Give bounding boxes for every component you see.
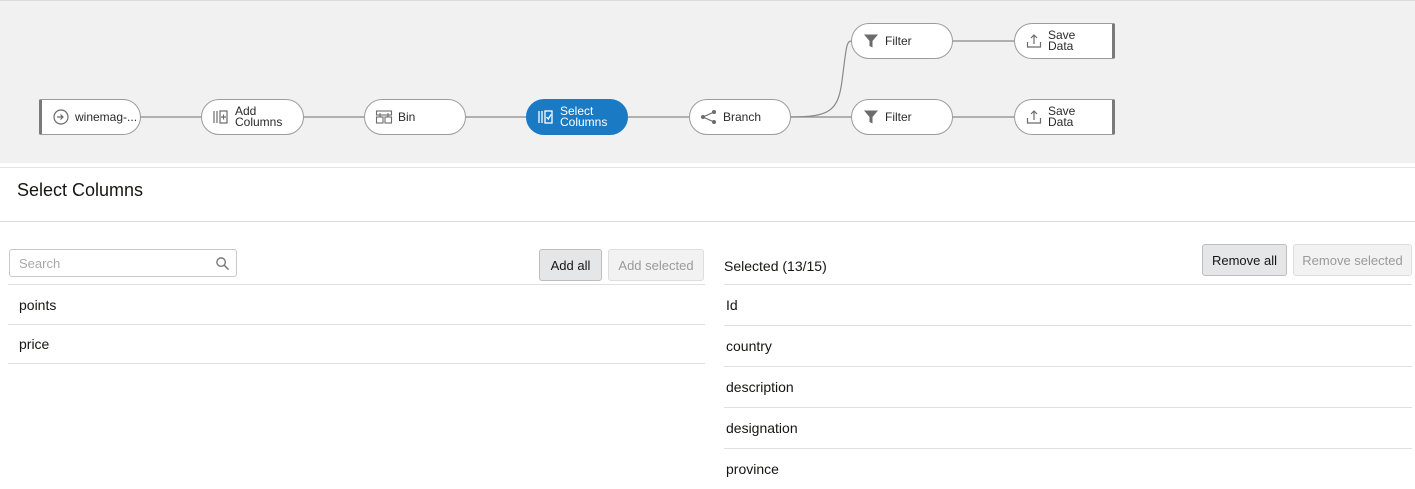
flow-node-filter-top[interactable]: Filter [851, 23, 953, 59]
list-item[interactable]: price [8, 324, 705, 364]
save-data-icon [1026, 110, 1042, 124]
flow-node-add-columns[interactable]: Add Columns [201, 99, 304, 135]
list-item[interactable]: description [724, 366, 1412, 407]
flow-node-label: Select Columns [560, 104, 608, 129]
flow-node-label: Filter [885, 109, 912, 124]
flow-node-label: Save Data [1048, 104, 1076, 129]
save-data-icon [1026, 34, 1042, 48]
flow-node-bin[interactable]: Bin [364, 99, 466, 135]
remove-all-button[interactable]: Remove all [1202, 244, 1287, 276]
flow-node-save-top[interactable]: Save Data [1014, 23, 1115, 59]
remove-selected-button[interactable]: Remove selected [1293, 244, 1412, 276]
add-selected-button[interactable]: Add selected [608, 249, 704, 281]
column-search [9, 249, 237, 277]
add-columns-icon [213, 110, 228, 124]
list-item[interactable]: points [8, 284, 705, 324]
select-columns-icon [538, 110, 553, 124]
title-divider [0, 221, 1415, 222]
selected-columns-list: Id country description designation provi… [724, 284, 1412, 489]
list-item[interactable]: province [724, 448, 1412, 489]
flow-node-label: Filter [885, 33, 912, 48]
list-item[interactable]: country [724, 325, 1412, 366]
flow-node-save-bottom[interactable]: Save Data [1014, 99, 1115, 135]
data-flow-canvas[interactable]: winemag-... Add Columns Bin Select Colum… [0, 0, 1415, 164]
selected-count-label: Selected (13/15) [724, 258, 827, 274]
search-input[interactable] [10, 250, 209, 276]
source-dataset-icon [53, 109, 69, 125]
flow-node-filter-bottom[interactable]: Filter [851, 99, 953, 135]
filter-icon [864, 110, 878, 124]
flow-node-select-columns[interactable]: Select Columns [526, 99, 628, 135]
flow-node-label: Bin [398, 109, 416, 124]
flow-node-source[interactable]: winemag-... [39, 99, 141, 135]
bin-icon [375, 110, 393, 124]
flow-node-label: winemag-... [75, 109, 138, 124]
filter-icon [864, 34, 878, 48]
flow-connectors [140, 40, 1014, 118]
connector-branch-filter-top [789, 40, 852, 118]
flow-node-label: Add Columns [235, 104, 283, 129]
add-all-button[interactable]: Add all [539, 249, 602, 281]
search-icon[interactable] [215, 256, 230, 271]
flow-node-label: Branch [723, 109, 762, 124]
list-item[interactable]: designation [724, 407, 1412, 448]
flow-node-label: Save Data [1048, 28, 1076, 53]
flow-node-branch[interactable]: Branch [689, 99, 791, 135]
branch-icon [701, 110, 716, 124]
canvas-divider[interactable] [0, 163, 1415, 168]
panel-title: Select Columns [17, 180, 144, 200]
available-columns-list: points price [8, 284, 705, 364]
list-item[interactable]: Id [724, 284, 1412, 325]
